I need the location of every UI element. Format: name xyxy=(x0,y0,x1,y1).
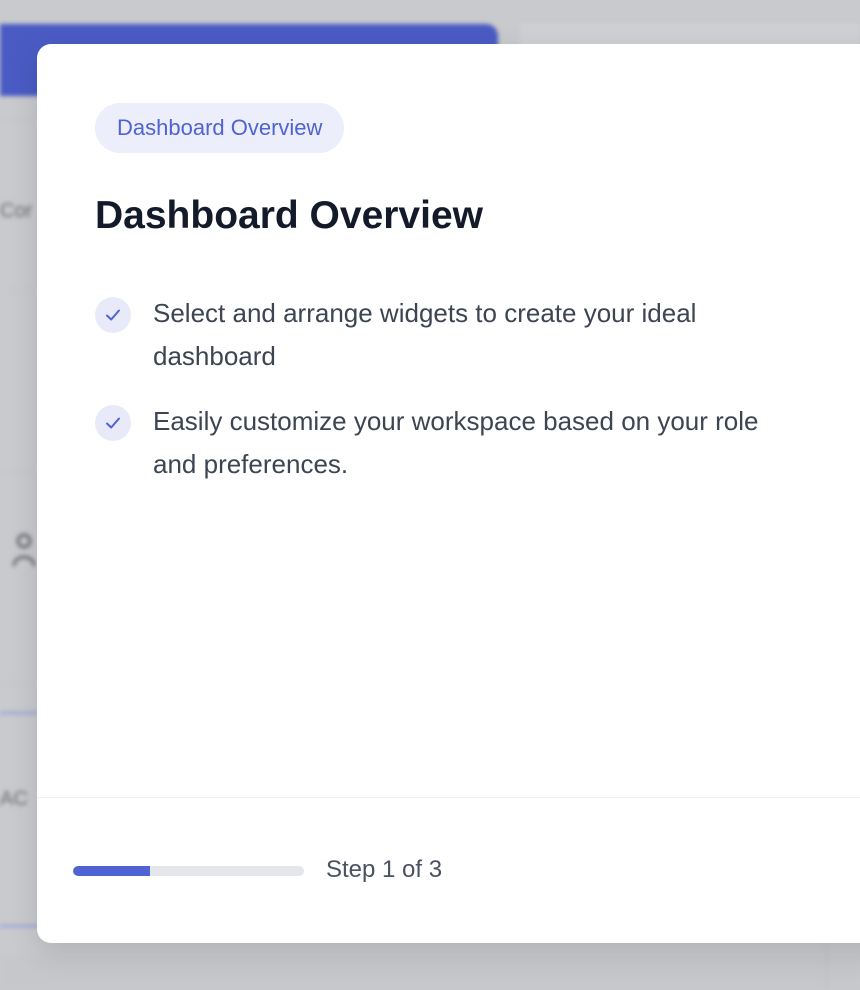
modal-title: Dashboard Overview xyxy=(95,194,483,237)
step-label: Step 1 of 3 xyxy=(326,856,443,883)
feature-text: Easily customize your workspace based on… xyxy=(153,406,759,479)
step-badge: Dashboard Overview xyxy=(95,103,345,153)
footer-divider xyxy=(37,797,860,798)
background-text: AC xyxy=(0,788,28,810)
background-accent-line xyxy=(0,925,40,927)
progress-bar xyxy=(73,866,304,876)
background-divider xyxy=(0,683,40,684)
background-footer xyxy=(0,955,860,990)
check-icon xyxy=(95,405,131,441)
onboarding-modal: Dashboard Overview Dashboard Overview Se… xyxy=(37,44,860,943)
feature-text: Select and arrange widgets to create you… xyxy=(153,298,697,371)
background-divider xyxy=(826,945,827,990)
check-icon xyxy=(95,297,131,333)
feature-item: Easily customize your workspace based on… xyxy=(95,400,795,486)
background-text: Cor xyxy=(0,200,33,222)
background-divider xyxy=(0,470,40,471)
background-accent-line xyxy=(0,712,40,714)
feature-item: Select and arrange widgets to create you… xyxy=(95,292,795,378)
background-divider xyxy=(0,290,40,291)
feature-list: Select and arrange widgets to create you… xyxy=(95,292,795,508)
background-user-icon xyxy=(12,532,36,568)
background-divider xyxy=(0,120,40,121)
progress-fill xyxy=(73,866,150,876)
